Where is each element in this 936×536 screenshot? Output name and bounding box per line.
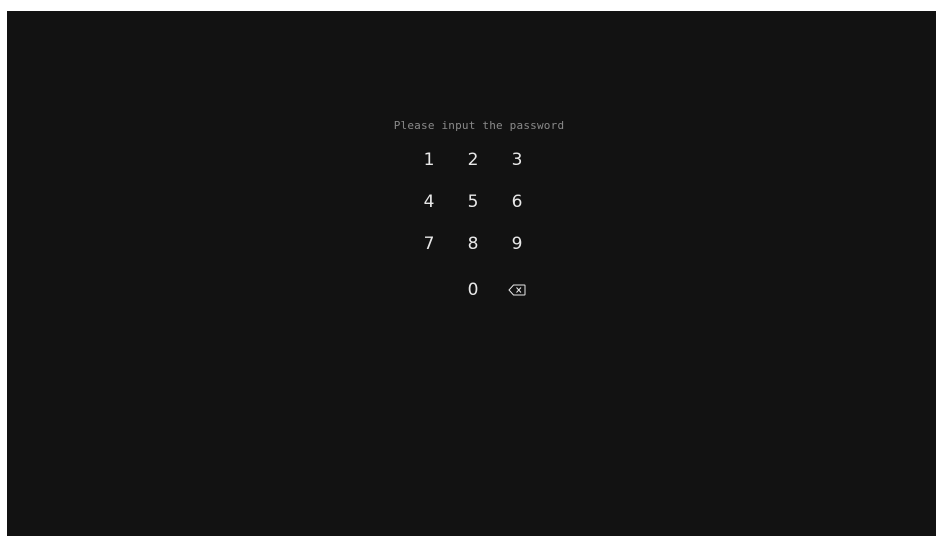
password-screen: Please input the password 1 2 3 4 5 6 7 … [7,11,936,536]
key-9[interactable]: 9 [495,223,539,265]
numeric-keypad: 1 2 3 4 5 6 7 8 9 0 [407,139,539,309]
key-6[interactable]: 6 [495,181,539,223]
key-3[interactable]: 3 [495,139,539,181]
key-4[interactable]: 4 [407,181,451,223]
key-1[interactable]: 1 [407,139,451,181]
key-5[interactable]: 5 [451,181,495,223]
key-0[interactable]: 0 [451,269,495,311]
key-8[interactable]: 8 [451,223,495,265]
key-2[interactable]: 2 [451,139,495,181]
key-7[interactable]: 7 [407,223,451,265]
backspace-icon[interactable] [495,269,539,311]
password-prompt: Please input the password [393,119,565,132]
